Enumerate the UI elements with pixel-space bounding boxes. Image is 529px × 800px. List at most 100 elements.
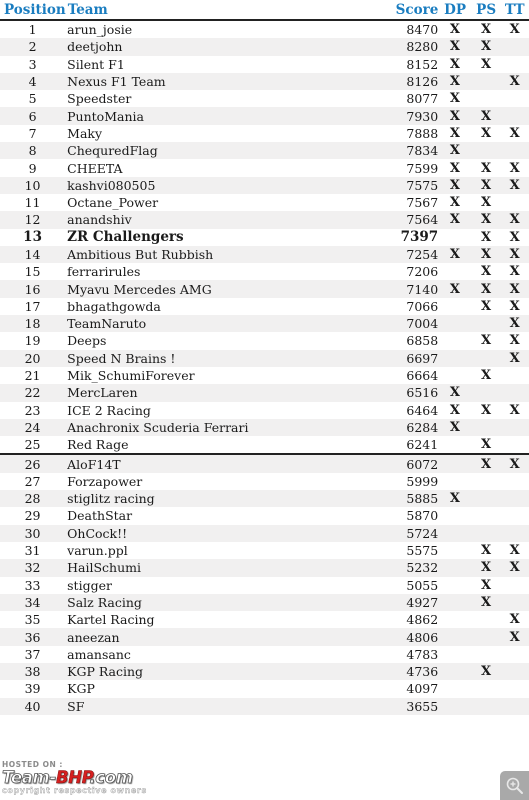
hosting-watermark: HOSTED ON : Team-BHP.com copyright respe… <box>2 760 202 800</box>
position-cell: 23 <box>24 402 41 418</box>
ps-cell: X <box>481 39 492 55</box>
position-cell: 4 <box>28 74 37 90</box>
tt-cell: X <box>509 612 520 628</box>
score-cell: 4806 <box>406 629 439 645</box>
table-row: 8 ChequredFlag 7834 X <box>0 142 529 160</box>
table-row: 24 Anachronix Scuderia Ferrari 6284 X <box>0 418 529 437</box>
position-cell: 35 <box>24 612 41 628</box>
table-row: 28 stiglitz racing 5885 X <box>0 490 529 508</box>
tt-cell: X <box>509 247 520 262</box>
tt-cell: X <box>509 264 520 280</box>
tt-cell: X <box>509 298 520 314</box>
position-cell: 24 <box>24 419 41 435</box>
table-row: 36 aneezan 4806 X <box>0 628 529 646</box>
position-cell: 5 <box>28 91 37 107</box>
table-row: 37 amansanc 4783 <box>0 646 529 663</box>
dp-cell: X <box>449 22 461 38</box>
table-row: 31 varun.ppl 5575 X X <box>0 542 529 559</box>
dp-cell: X <box>449 402 461 418</box>
team-cell: kashvi080505 <box>67 177 156 193</box>
team-cell: Silent F1 <box>67 56 125 72</box>
table-row: 4 Nexus F1 Team 8126 X X <box>0 72 529 91</box>
table-row: 40 SF 3655 <box>0 697 529 715</box>
position-cell: 3 <box>28 56 37 72</box>
tt-cell: X <box>509 402 520 418</box>
position-cell: 8 <box>28 143 37 159</box>
header-dp: DP <box>444 2 467 18</box>
position-cell: 9 <box>28 160 37 176</box>
team-cell: ChequredFlag <box>67 143 158 159</box>
team-cell: anandshiv <box>67 212 132 228</box>
ps-cell: X <box>481 594 492 610</box>
team-cell: Octane_Power <box>67 195 159 211</box>
table-row: 19 Deeps 6858 X X <box>0 332 529 349</box>
position-cell: 28 <box>24 491 41 507</box>
score-cell: 4783 <box>406 646 439 662</box>
dp-cell: X <box>449 39 461 55</box>
tt-cell: X <box>509 177 520 193</box>
score-cell: 6241 <box>406 437 439 453</box>
ps-cell: X <box>481 664 492 680</box>
dp-cell: X <box>449 74 461 90</box>
table-row: 12 anandshiv 7564 X X X <box>0 211 529 229</box>
team-cell: Speedster <box>67 91 132 107</box>
score-cell: 8280 <box>406 39 439 55</box>
dp-cell: X <box>449 56 461 72</box>
score-cell: 6664 <box>406 368 439 384</box>
ps-cell: X <box>481 247 492 262</box>
tt-cell: X <box>509 125 520 141</box>
tt-cell: X <box>509 456 520 472</box>
table-row: 34 Salz Racing 4927 X <box>0 593 529 612</box>
team-cell: HailSchumi <box>67 560 142 576</box>
table-row: 11 Octane_Power 7567 X X <box>0 194 529 211</box>
score-cell: 6284 <box>406 419 439 435</box>
score-cell: 5055 <box>406 577 439 593</box>
score-cell: 3655 <box>406 698 439 714</box>
score-cell: 6858 <box>406 333 439 349</box>
score-cell: 6697 <box>406 350 439 366</box>
team-cell: Mik_SchumiForever <box>67 368 195 384</box>
team-cell: stigger <box>67 577 112 593</box>
table-row: 30 OhCock!! 5724 <box>0 524 529 542</box>
position-cell: 1 <box>28 22 37 38</box>
position-cell: 16 <box>24 281 41 297</box>
watermark-logo: Team-BHP.com <box>2 769 202 787</box>
position-cell: 33 <box>24 577 41 593</box>
table-row: 17 bhagathgowda 7066 X X <box>0 298 529 315</box>
table-row: 22 MercLaren 6516 X <box>0 384 529 402</box>
team-cell: stiglitz racing <box>67 491 155 507</box>
table-row: 9 CHEETA 7599 X X X <box>0 159 529 176</box>
team-cell: OhCock!! <box>67 525 128 541</box>
header-team: Team <box>67 2 108 18</box>
dp-cell: X <box>449 108 461 124</box>
tt-cell: X <box>509 333 520 349</box>
table-row: 27 Forzapower 5999 <box>0 473 529 490</box>
position-cell: 26 <box>24 456 41 472</box>
tt-cell: X <box>509 160 520 176</box>
header-position: Position <box>4 2 66 18</box>
table-row: 6 PuntoMania 7930 X X <box>0 107 529 125</box>
ps-cell: X <box>481 402 492 418</box>
team-cell: MercLaren <box>67 385 138 401</box>
tt-cell: X <box>509 560 520 576</box>
ps-cell: X <box>481 543 492 559</box>
score-cell: 7206 <box>406 264 439 280</box>
score-cell: 4736 <box>406 664 439 680</box>
team-cell: Nexus F1 Team <box>67 74 166 90</box>
tt-cell: X <box>509 350 520 366</box>
position-cell: 17 <box>24 298 41 314</box>
table-row: 7 Maky 7888 X X X <box>0 125 529 142</box>
zoom-in-button[interactable] <box>500 771 529 800</box>
score-cell: 8126 <box>406 74 439 90</box>
team-cell: Kartel Racing <box>67 612 155 628</box>
table-row: 10 kashvi080505 7575 X X X <box>0 176 529 194</box>
score-cell: 5724 <box>406 525 439 541</box>
table-row: 15 ferrarirules 7206 X X <box>0 263 529 280</box>
position-cell: 14 <box>24 247 41 262</box>
position-cell: 7 <box>28 125 37 141</box>
position-cell: 6 <box>28 108 37 124</box>
team-cell: amansanc <box>67 646 131 662</box>
score-cell: 5232 <box>406 560 439 576</box>
dp-cell: X <box>449 177 461 193</box>
table-row: 26 AloF14T 6072 X X <box>0 453 529 473</box>
